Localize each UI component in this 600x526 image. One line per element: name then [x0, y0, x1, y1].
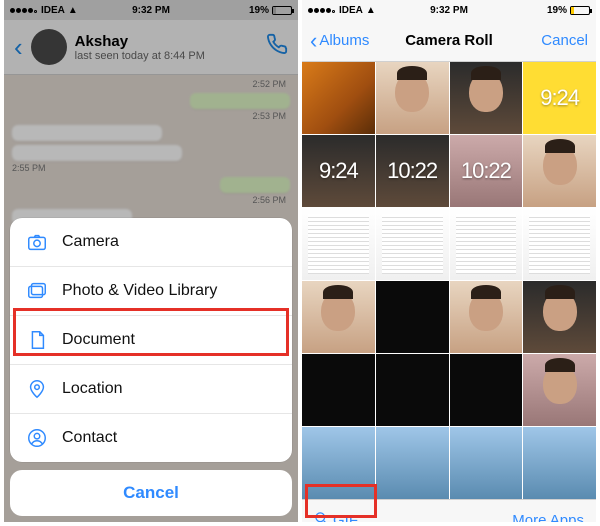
photo-thumbnail[interactable]: [450, 354, 523, 426]
battery-icon: [570, 6, 590, 15]
photo-thumbnail[interactable]: [450, 62, 523, 134]
sheet-label: Camera: [62, 233, 119, 251]
sheet-camera[interactable]: Camera: [10, 218, 292, 267]
photo-thumbnail[interactable]: [302, 62, 375, 134]
chevron-left-icon: ‹: [310, 28, 317, 54]
albums-back-button[interactable]: ‹ Albums: [310, 28, 369, 54]
document-icon: [26, 329, 48, 351]
photo-thumbnail[interactable]: 9:24: [523, 62, 596, 134]
sheet-label: Contact: [62, 429, 117, 447]
gif-search-button[interactable]: GIF: [314, 511, 358, 522]
sheet-label: Document: [62, 331, 135, 349]
photo-thumbnail[interactable]: [523, 208, 596, 280]
photo-thumbnail[interactable]: [376, 427, 449, 499]
sheet-label: Location: [62, 380, 123, 398]
picker-cancel-button[interactable]: Cancel: [541, 32, 588, 49]
camera-icon: [26, 231, 48, 253]
whatsapp-chat-screen: IDEA ▲ 9:32 PM 19% ‹ Akshay last seen to…: [4, 0, 298, 522]
photo-thumbnail[interactable]: [376, 208, 449, 280]
picker-title: Camera Roll: [405, 32, 493, 49]
search-icon: [314, 511, 329, 522]
photo-thumbnail[interactable]: [376, 354, 449, 426]
photo-thumbnail[interactable]: [376, 62, 449, 134]
photo-thumbnail[interactable]: [450, 208, 523, 280]
photo-thumbnail[interactable]: [523, 281, 596, 353]
photo-thumbnail[interactable]: 9:24: [302, 135, 375, 207]
photo-thumbnail[interactable]: 10:22: [450, 135, 523, 207]
sheet-document[interactable]: Document: [10, 316, 292, 365]
battery-pct-label: 19%: [547, 5, 567, 16]
wifi-icon: ▲: [366, 5, 376, 16]
more-apps-button[interactable]: More Apps: [512, 512, 584, 522]
sheet-cancel-button[interactable]: Cancel: [10, 470, 292, 516]
signal-dots-icon: [308, 5, 336, 16]
photo-thumbnail[interactable]: [523, 427, 596, 499]
picker-header: ‹ Albums Camera Roll Cancel: [302, 20, 596, 62]
attachment-action-sheet: Camera Photo & Video Library Document Lo…: [10, 218, 292, 516]
photo-picker-screen: IDEA ▲ 9:32 PM 19% ‹ Albums Camera Roll …: [302, 0, 596, 522]
sheet-photo-video-library[interactable]: Photo & Video Library: [10, 267, 292, 316]
photo-thumbnail[interactable]: [450, 427, 523, 499]
sheet-label: Photo & Video Library: [62, 282, 217, 300]
picker-footer: GIF More Apps: [302, 499, 596, 522]
photo-thumbnail[interactable]: [302, 427, 375, 499]
photo-thumbnail[interactable]: [302, 281, 375, 353]
sheet-contact[interactable]: Contact: [10, 414, 292, 462]
photo-library-icon: [26, 280, 48, 302]
photo-thumbnail[interactable]: [523, 354, 596, 426]
carrier-label: IDEA: [339, 5, 363, 16]
sheet-location[interactable]: Location: [10, 365, 292, 414]
photo-thumbnail[interactable]: [302, 354, 375, 426]
photo-grid[interactable]: 9:24 9:24 10:22 10:22: [302, 62, 596, 499]
photo-thumbnail[interactable]: 10:22: [376, 135, 449, 207]
contact-icon: [26, 427, 48, 449]
status-bar: IDEA ▲ 9:32 PM 19%: [302, 0, 596, 20]
photo-thumbnail[interactable]: [523, 135, 596, 207]
photo-thumbnail[interactable]: [302, 208, 375, 280]
clock-label: 9:32 PM: [430, 5, 468, 16]
location-icon: [26, 378, 48, 400]
photo-thumbnail[interactable]: [450, 281, 523, 353]
photo-thumbnail[interactable]: [376, 281, 449, 353]
